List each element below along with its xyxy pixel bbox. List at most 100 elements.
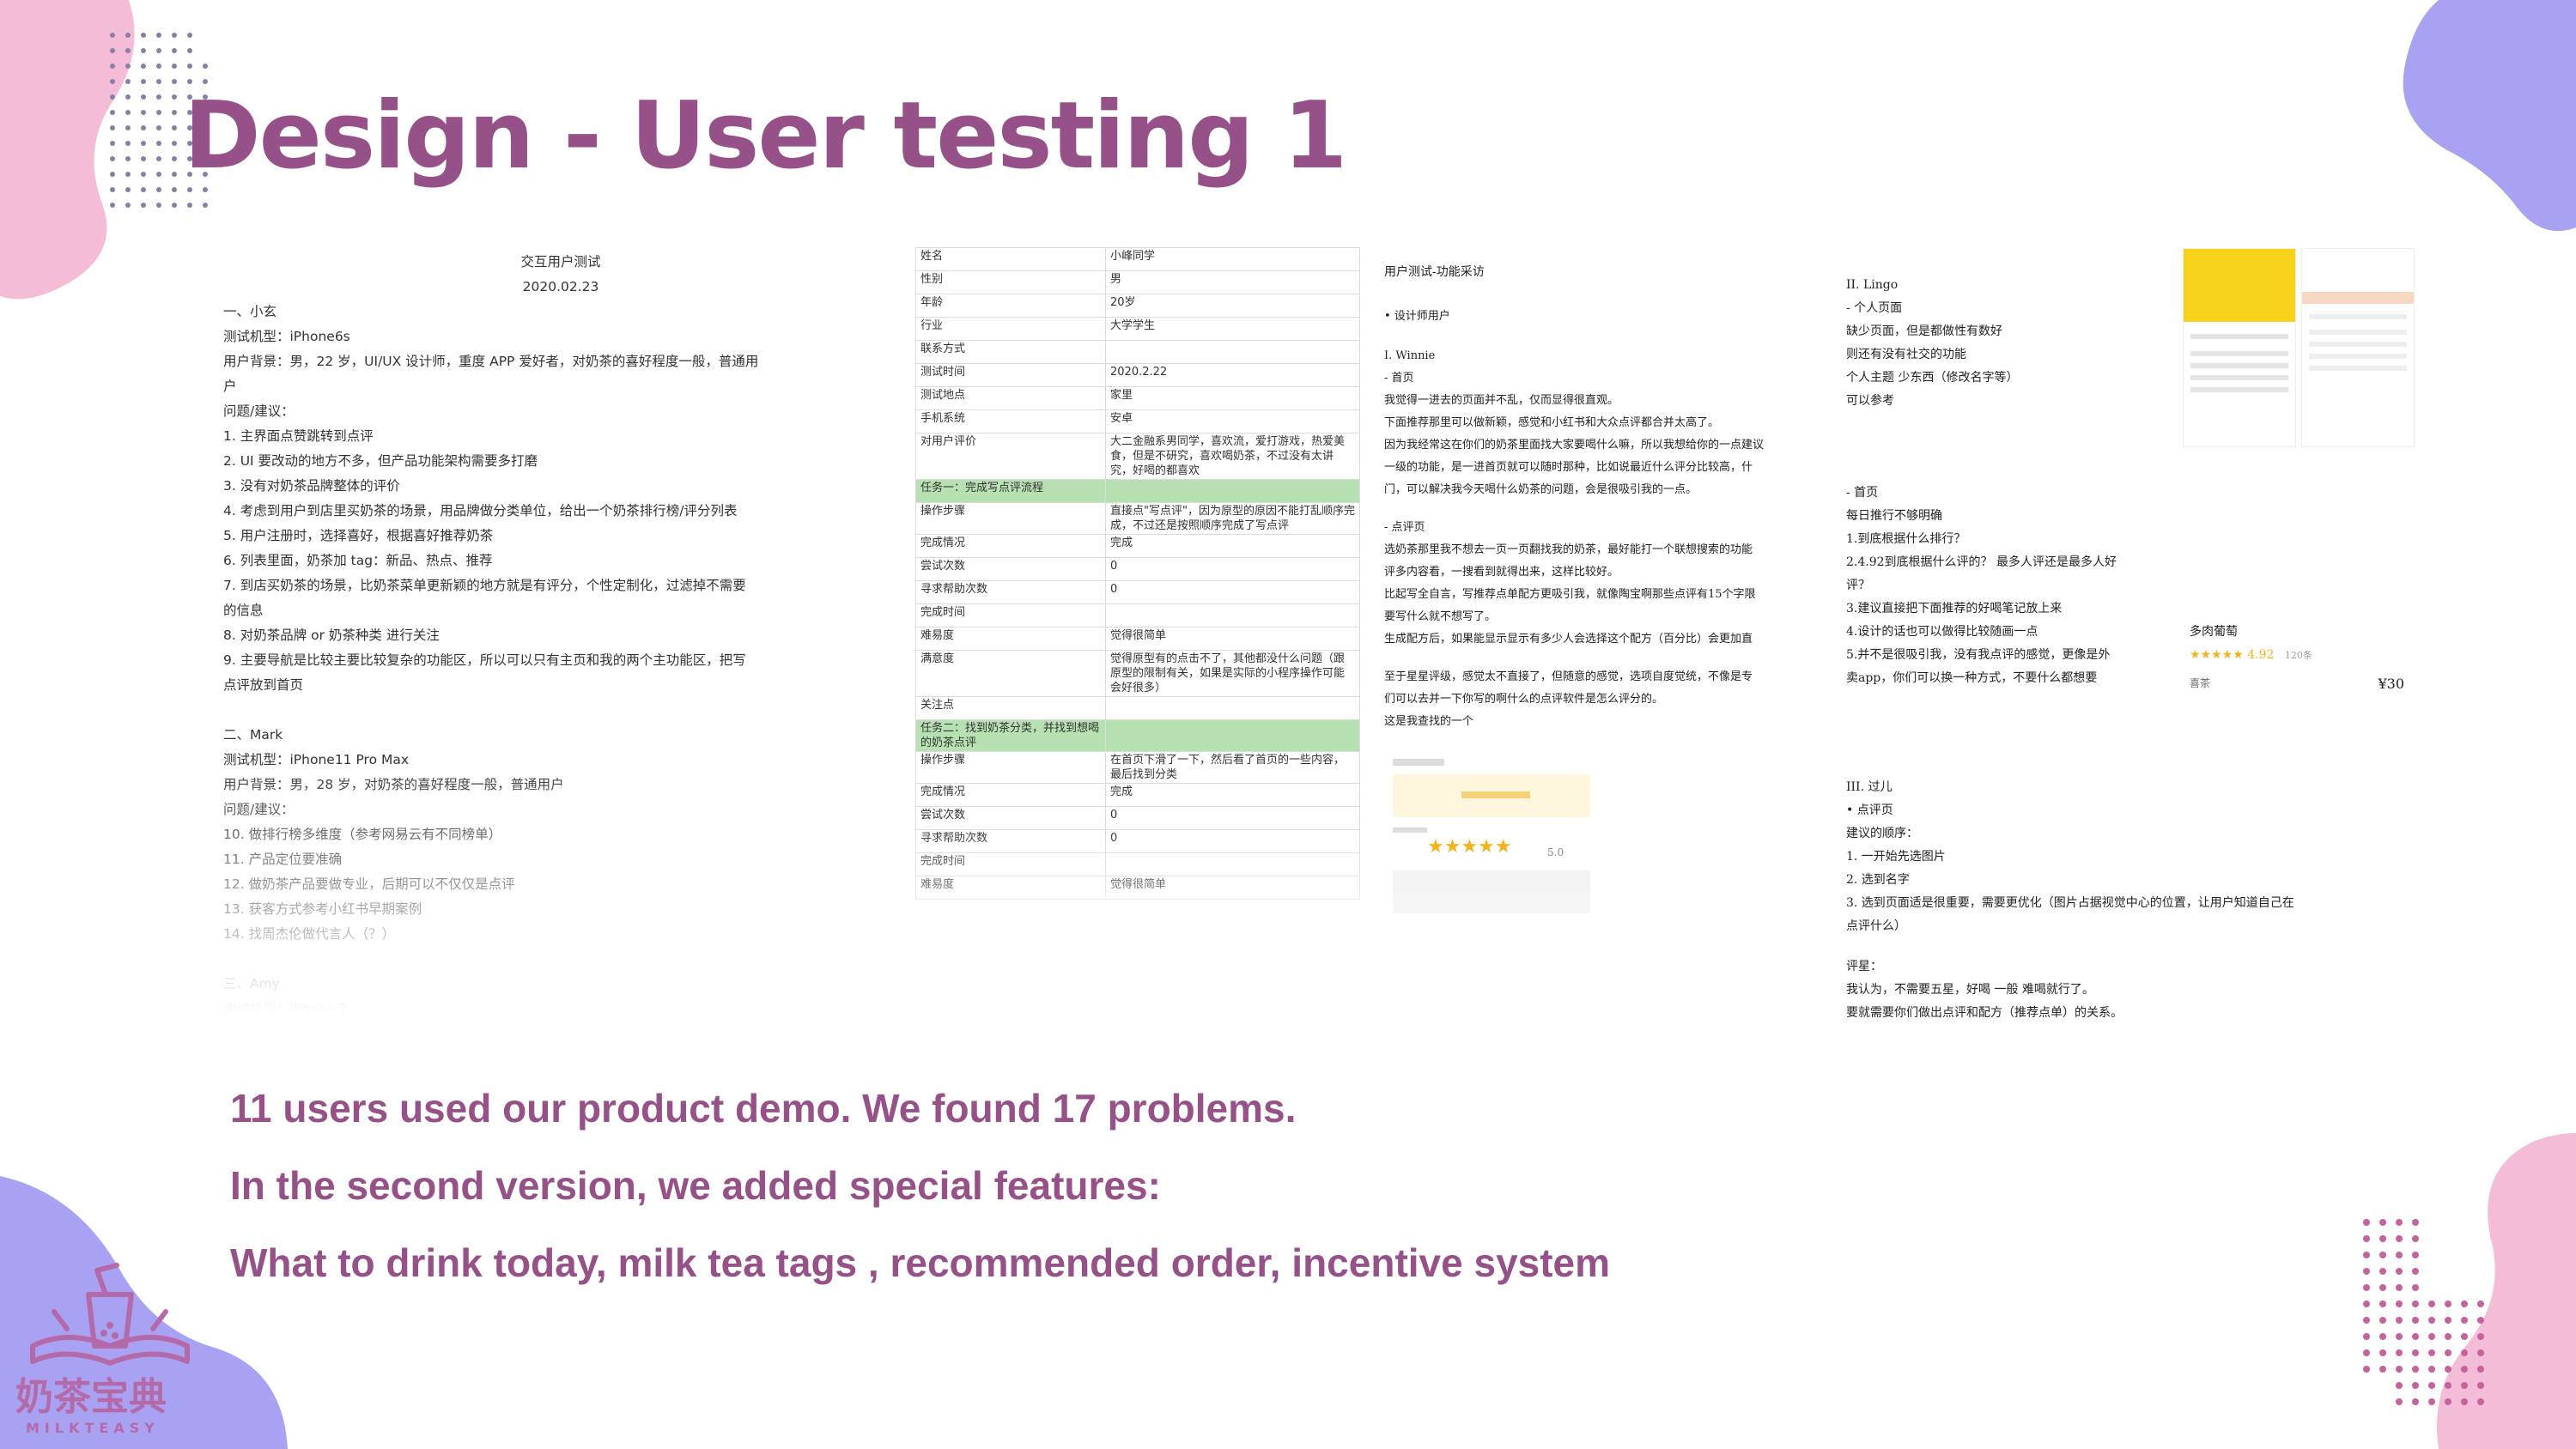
table-row: 完成时间 bbox=[915, 852, 1360, 876]
table-row: 测试地点 家里 bbox=[915, 386, 1360, 410]
dot bbox=[156, 172, 161, 177]
table-key: 关注点 bbox=[915, 696, 1106, 720]
doc-line: 11. 产品定位要准确 bbox=[223, 852, 343, 867]
dot bbox=[156, 64, 161, 69]
note-line: 至于星星评级，感觉太不直接了，但随意的感觉，选项自度觉统，不像是专 bbox=[1384, 670, 1753, 683]
doc-lines: 一、小玄 测试机型：iPhone6s 用户背景：男，22 岁，UI/UX 设计师，重… bbox=[222, 300, 900, 1017]
table-row: 寻求帮助次数 0 bbox=[915, 580, 1360, 604]
embedded-stars: ★★★★★ bbox=[1427, 836, 1512, 858]
dot bbox=[203, 64, 208, 69]
doc-line: 14. 找周杰伦做代言人（？） bbox=[223, 926, 396, 942]
dot bbox=[2461, 1284, 2468, 1291]
table-row: 姓名 小峰同学 bbox=[915, 247, 1360, 271]
test-form-table: 姓名 小峰同学 性别男年龄 20岁 行业 大学学生 联系方式 测试时间 2020.2.22 测试地… bbox=[915, 247, 1360, 900]
dot bbox=[2428, 1349, 2435, 1356]
table-key: 任务二：找到奶茶分类，并找到想喝的奶茶点评 bbox=[915, 719, 1106, 752]
dot bbox=[2396, 1382, 2403, 1389]
screenshot-interview-notes: 交互用户测试 2020.02.23 一、小玄 测试机型：iPhone6s 用户背景：… bbox=[222, 245, 900, 1017]
dot bbox=[2428, 1366, 2435, 1373]
dot bbox=[172, 125, 177, 130]
dot bbox=[2379, 1235, 2386, 1242]
doc-line: 2. UI 要改动的地方不多，但产品功能架构需要多打磨 bbox=[223, 453, 538, 469]
embedded-rating-card: ★★★★★ 5.0 bbox=[1393, 759, 1590, 913]
table-key: 操作步骤 bbox=[915, 502, 1106, 535]
dot bbox=[2428, 1317, 2435, 1324]
note-line: 1. 一开始先选图片 bbox=[1846, 850, 1946, 864]
dot bbox=[2461, 1349, 2468, 1356]
product-rating: 4.92 bbox=[2247, 648, 2275, 662]
dot bbox=[203, 48, 208, 53]
purple-blob-top-right bbox=[2403, 0, 2576, 232]
dot bbox=[2461, 1268, 2468, 1275]
table-key: 性别 bbox=[915, 270, 1106, 294]
note-line: 我认为，不需要五星，好喝 一般 难喝就行了。 bbox=[1846, 983, 2094, 997]
dot bbox=[141, 125, 146, 130]
dot bbox=[2363, 1333, 2370, 1340]
dot bbox=[2428, 1268, 2435, 1275]
dot bbox=[125, 172, 131, 177]
doc-line: 测试机型：iPhone11 Pro Max bbox=[223, 752, 410, 767]
dot bbox=[2428, 1333, 2435, 1340]
doc-line: 10. 做排行榜多维度（参考网易云有不同榜单） bbox=[223, 827, 502, 842]
interview-bullet: • 设计师用户 bbox=[1384, 310, 1450, 323]
dot bbox=[156, 79, 161, 84]
note-line: 每日推行不够明确 bbox=[1846, 509, 1942, 523]
dot bbox=[2396, 1398, 2403, 1405]
product-count: 120条 bbox=[2284, 650, 2312, 661]
dot bbox=[141, 203, 146, 208]
note-line: 建议的顺序： bbox=[1846, 827, 1918, 840]
table-key: 完成时间 bbox=[915, 852, 1106, 876]
dot bbox=[2445, 1284, 2451, 1291]
table-row: 关注点 bbox=[915, 696, 1360, 720]
logo-chinese: 奶茶宝典 bbox=[15, 1375, 167, 1419]
dot bbox=[2445, 1382, 2451, 1389]
dot bbox=[2379, 1349, 2386, 1356]
table-value: 0 bbox=[1105, 580, 1360, 604]
dot bbox=[141, 64, 146, 69]
dot bbox=[2428, 1235, 2435, 1242]
dot bbox=[2379, 1333, 2386, 1340]
dot bbox=[2379, 1317, 2386, 1324]
dot bbox=[2445, 1235, 2451, 1242]
rating-notes: 至于星星评级，感觉太不直接了，但随意的感觉，选项自度觉统，不像是专 们可以去并一下… bbox=[1384, 666, 1831, 733]
dot bbox=[2461, 1219, 2468, 1226]
dot bbox=[2461, 1333, 2468, 1340]
dot bbox=[172, 94, 177, 100]
dot bbox=[141, 141, 146, 146]
dot bbox=[110, 156, 115, 161]
dot bbox=[2396, 1268, 2403, 1275]
doc-line: 一、小玄 bbox=[223, 304, 277, 319]
review-label: - 点评页 bbox=[1384, 521, 1425, 534]
dot bbox=[2412, 1317, 2419, 1324]
doc-line bbox=[223, 947, 900, 972]
milk-tea-book-icon bbox=[30, 1263, 190, 1366]
dot bbox=[172, 172, 177, 177]
note-line: 我觉得一进去的页面并不乱，仅而显得很直观。 bbox=[1384, 394, 1619, 407]
dot bbox=[110, 172, 115, 177]
note-line: 门，可以解决我今天喝什么奶茶的问题，会是很吸引我的一点。 bbox=[1384, 483, 1698, 496]
dot bbox=[2428, 1252, 2435, 1258]
note-line: 评星： bbox=[1846, 960, 1882, 973]
product-card: 多肉葡萄 ★★★★★ 4.92 120条 喜茶 ¥30 bbox=[2190, 621, 2404, 695]
table-row: 寻求帮助次数 0 bbox=[915, 829, 1360, 853]
milkteasy-logo: 奶茶宝典 MILKTEASY bbox=[15, 1260, 204, 1440]
dot bbox=[125, 94, 131, 100]
dot bbox=[2412, 1382, 2419, 1389]
dot bbox=[156, 125, 161, 130]
doc-line: 三、Amy bbox=[223, 976, 280, 991]
dot bbox=[125, 125, 131, 130]
table-row: 操作步骤 在首页下滑了一下，然后看了首页的一些内容，最后找到分类 bbox=[915, 751, 1360, 784]
dot bbox=[110, 48, 115, 53]
dot bbox=[110, 79, 115, 84]
doc-line: 5. 用户注册时，选择喜好，根据喜好推荐奶茶 bbox=[223, 528, 494, 543]
dot bbox=[2477, 1349, 2484, 1356]
table-key: 任务一：完成写点评流程 bbox=[915, 479, 1106, 503]
table-row: 满意度 觉得原型有的点击不了，其他都没什么问题（跟原型的限制有关，如果是实际的小程… bbox=[915, 650, 1360, 697]
dot bbox=[2396, 1349, 2403, 1356]
doc-line: 户 bbox=[223, 379, 237, 394]
dot bbox=[2445, 1219, 2451, 1226]
dot bbox=[203, 203, 208, 208]
review-page-notes: • 点评页 建议的顺序： 1. 一开始先选图片 2. 选到名字 3. 选到页面适是很重要… bbox=[1846, 799, 2430, 938]
doc-line: 8. 对奶茶品牌 or 奶茶种类 进行关注 bbox=[223, 627, 440, 643]
home-label: - 首页 bbox=[1384, 372, 1414, 385]
